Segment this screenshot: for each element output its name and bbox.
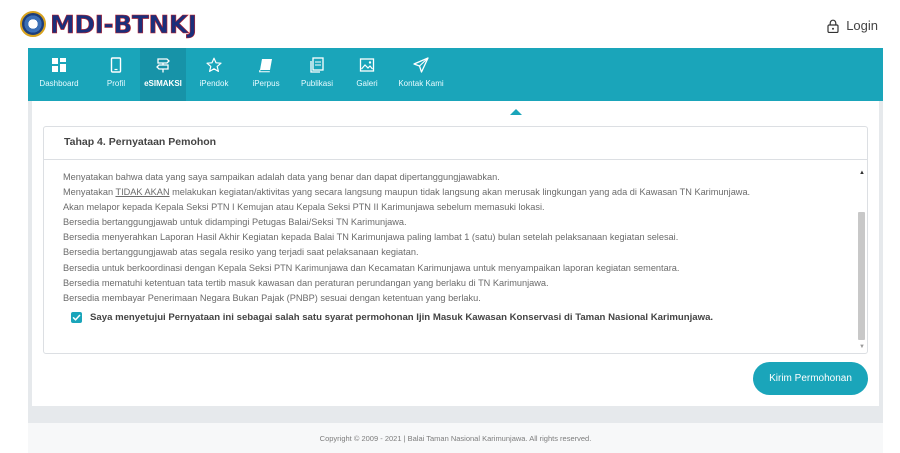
statement-item: Bersedia mematuhi ketentuan tata tertib …	[63, 277, 549, 288]
logo-text: MDI-BTNKJ	[50, 9, 198, 39]
nav-item-dashboard[interactable]: Dashboard	[36, 48, 82, 101]
dashboard-icon	[52, 58, 66, 72]
scroll-up-arrow-icon[interactable]: ▲	[859, 170, 865, 176]
scroll-down-arrow-icon[interactable]: ▼	[859, 344, 865, 350]
statement-item: Bersedia bertanggungjawab untuk didampin…	[63, 217, 407, 228]
login-link[interactable]: Login	[827, 18, 878, 33]
statement-item: Menyatakan bahwa data yang saya sampaika…	[63, 172, 500, 182]
agreement-label: Saya menyetujui Pernyataan ini sebagai s…	[90, 312, 714, 323]
nav-item-kontak-kami[interactable]: Kontak Kami	[390, 48, 452, 101]
statement-item: Akan melapor kepada Kepala Seksi PTN I K…	[63, 202, 545, 213]
logo-emblem-icon	[20, 11, 46, 37]
footer: Copyright © 2009 - 2021 | Balai Taman Na…	[28, 423, 883, 453]
checkmark-icon	[72, 314, 81, 321]
site-logo[interactable]: MDI-BTNKJ	[20, 9, 197, 39]
nav-item-iperpus[interactable]: iPerpus	[244, 48, 288, 101]
nav-label-publikasi: Publikasi	[300, 79, 333, 88]
send-icon	[413, 57, 429, 73]
phone-icon	[110, 57, 122, 73]
signpost-icon	[156, 58, 170, 73]
main-nav: Dashboard Profil eSIMAKSI iPendok iPerpu…	[28, 48, 883, 101]
nav-label-ipendok: iPendok	[199, 79, 229, 88]
statement-item: Bersedia membayar Penerimaan Negara Buka…	[63, 292, 481, 303]
statement-scrollbar[interactable]: ▲ ▼	[857, 170, 867, 350]
nav-item-publikasi[interactable]: Publikasi	[294, 48, 340, 101]
star-icon	[206, 57, 222, 72]
nav-label-galeri: Galeri	[356, 79, 378, 88]
login-label: Login	[846, 18, 878, 33]
wizard-step-indicator-icon	[510, 109, 522, 115]
lock-icon	[827, 19, 839, 33]
nav-label-dashboard: Dashboard	[39, 79, 79, 88]
statement-emphasis: TIDAK AKAN	[115, 187, 170, 198]
statement-text: Menyatakan	[63, 187, 116, 198]
step-title: Tahap 4. Pernyataan Pemohon	[43, 126, 868, 160]
top-header: MDI-BTNKJ Login	[0, 0, 900, 48]
nav-label-profil: Profil	[106, 79, 126, 88]
nav-item-ipendok[interactable]: iPendok	[192, 48, 236, 101]
nav-label-kontak-kami: Kontak Kami	[398, 79, 444, 88]
image-icon	[359, 58, 375, 72]
scroll-thumb[interactable]	[858, 212, 865, 340]
nav-item-esimaksi[interactable]: eSIMAKSI	[140, 48, 186, 101]
submit-request-button[interactable]: Kirim Permohonan	[753, 362, 868, 395]
book-icon	[258, 59, 272, 73]
statement-item: Bersedia untuk berkoordinasi dengan Kepa…	[63, 262, 680, 273]
nav-item-galeri[interactable]: Galeri	[348, 48, 386, 101]
statement-list: Menyatakan bahwa data yang saya sampaika…	[63, 170, 843, 306]
statement-item: Menyatakan TIDAK AKAN melakukan kegiatan…	[63, 185, 843, 200]
agreement-row[interactable]: Saya menyetujui Pernyataan ini sebagai s…	[71, 312, 713, 323]
nav-item-profil[interactable]: Profil	[96, 48, 136, 101]
statement-item: Bersedia bertanggungjawab atas segala re…	[63, 247, 419, 258]
statement-text: melakukan kegiatan/aktivitas yang secara…	[169, 187, 751, 198]
agreement-checkbox[interactable]	[71, 312, 82, 323]
statement-item: Bersedia menyerahkan Laporan Hasil Akhir…	[63, 232, 679, 243]
document-icon	[310, 57, 324, 73]
copyright-text: Copyright © 2009 - 2021 | Balai Taman Na…	[319, 434, 592, 443]
nav-label-iperpus: iPerpus	[252, 79, 280, 88]
nav-label-esimaksi: eSIMAKSI	[144, 79, 182, 88]
